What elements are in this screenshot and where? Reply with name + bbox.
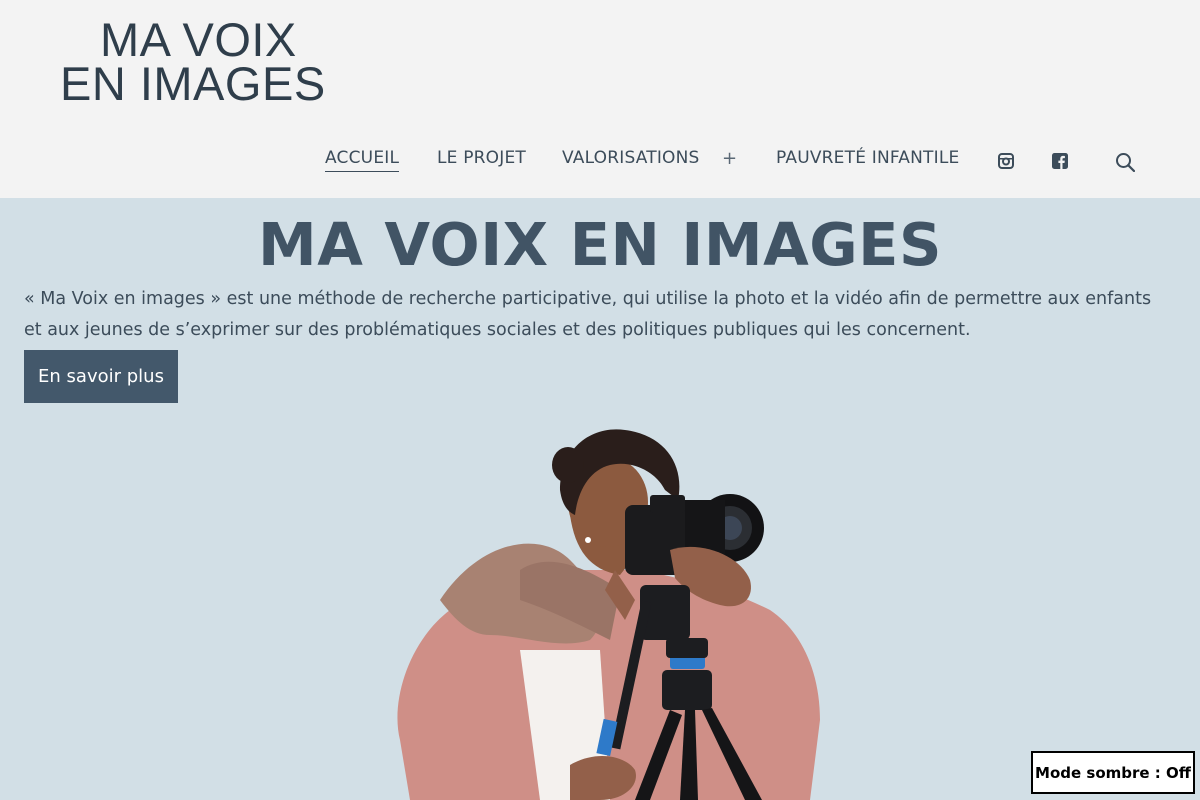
- learn-more-button[interactable]: En savoir plus: [24, 350, 178, 403]
- nav-item-valorisations[interactable]: VALORISATIONS: [562, 148, 700, 168]
- logo-line-1: MA VOIX: [100, 13, 297, 66]
- main-nav: ACCUEIL LE PROJET VALORISATIONS PAUVRETÉ…: [0, 148, 1200, 178]
- instagram-icon[interactable]: [998, 153, 1014, 173]
- nav-item-pauvrete-infantile[interactable]: PAUVRETÉ INFANTILE: [776, 148, 959, 168]
- nav-item-le-projet[interactable]: LE PROJET: [437, 148, 526, 168]
- site-logo[interactable]: MA VOIX EN IMAGES: [60, 13, 360, 110]
- dark-mode-toggle[interactable]: Mode sombre : Off: [1031, 751, 1195, 794]
- logo-line-2: EN IMAGES: [60, 57, 326, 110]
- search-icon[interactable]: [1115, 152, 1136, 176]
- submenu-toggle[interactable]: +: [722, 148, 737, 169]
- hero-title: MA VOIX EN IMAGES: [258, 210, 942, 279]
- site-header: MA VOIX EN IMAGES ACCUEIL LE PROJET VALO…: [0, 0, 1200, 198]
- facebook-icon[interactable]: [1052, 153, 1068, 173]
- nav-item-accueil[interactable]: ACCUEIL: [325, 148, 400, 172]
- hero-description: « Ma Voix en images » est une méthode de…: [24, 289, 1152, 340]
- hero-photo: [370, 420, 830, 800]
